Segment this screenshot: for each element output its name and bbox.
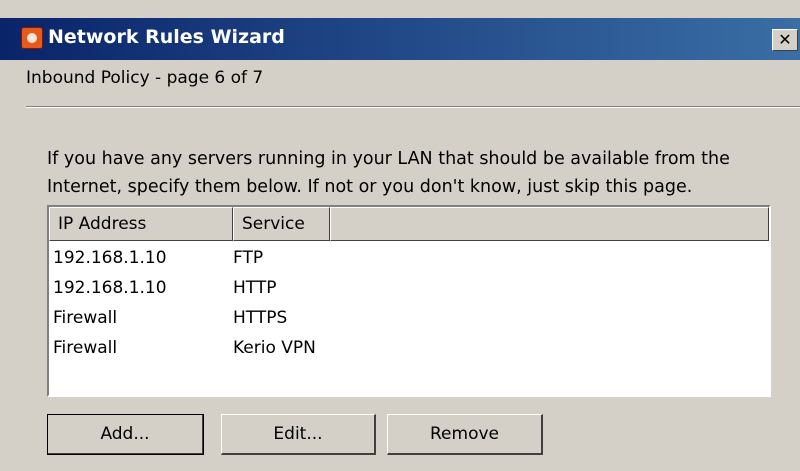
service-cell: Kerio VPN [233, 338, 316, 358]
list-header: IP Address Service [49, 207, 769, 241]
close-button[interactable]: ✕ [772, 29, 798, 51]
servers-list[interactable]: IP Address Service 192.168.1.10 FTP 192.… [47, 205, 771, 397]
kerio-wizard-icon [21, 27, 43, 49]
list-body: 192.168.1.10 FTP 192.168.1.10 HTTP Firew… [49, 243, 769, 363]
column-header-empty [330, 207, 769, 241]
window-title: Network Rules Wizard [48, 26, 285, 48]
ip-cell: 192.168.1.10 [53, 278, 167, 298]
title-bar[interactable]: Network Rules Wizard ✕ [0, 18, 800, 60]
ip-cell: 192.168.1.10 [53, 248, 167, 268]
page-subtitle: Inbound Policy - page 6 of 7 [26, 68, 264, 88]
service-cell: FTP [233, 248, 264, 268]
add-button[interactable]: Add... [47, 414, 204, 455]
ip-cell: Firewall [53, 308, 118, 328]
list-item[interactable]: 192.168.1.10 FTP [49, 243, 769, 273]
list-item[interactable]: 192.168.1.10 HTTP [49, 273, 769, 303]
separator [26, 106, 800, 108]
list-item[interactable]: Firewall HTTPS [49, 303, 769, 333]
column-header-service[interactable]: Service [233, 207, 330, 241]
column-header-ip-address[interactable]: IP Address [49, 207, 233, 241]
service-cell: HTTP [233, 278, 277, 298]
list-item[interactable]: Firewall Kerio VPN [49, 333, 769, 363]
ip-cell: Firewall [53, 338, 118, 358]
page-description: If you have any servers running in your … [47, 149, 730, 197]
close-icon: ✕ [778, 30, 792, 49]
service-cell: HTTPS [233, 308, 288, 328]
remove-button[interactable]: Remove [387, 414, 543, 455]
edit-button[interactable]: Edit... [221, 414, 376, 455]
